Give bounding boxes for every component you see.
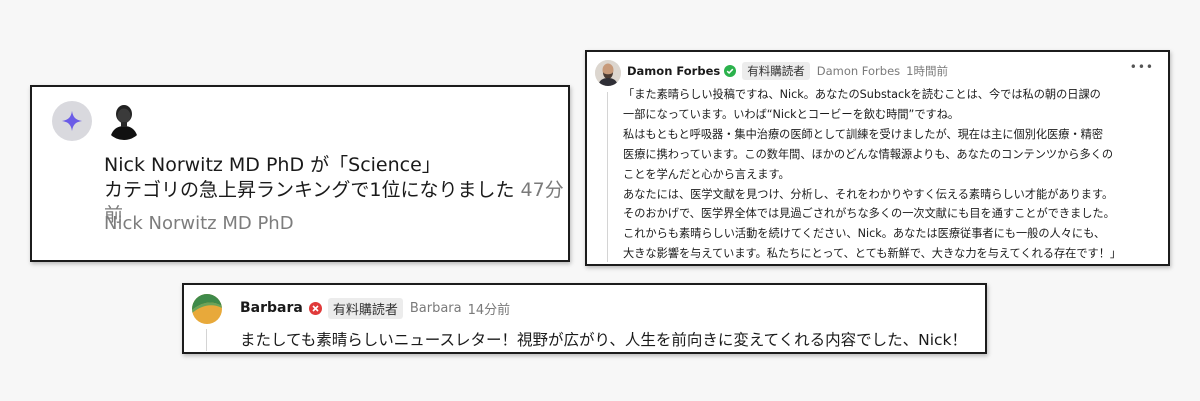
comment-line: 大きな影響を与えています。私たちにとって、とても新鮮で、大きな力を与えてくれる存… [623, 247, 1122, 261]
comment-header: Barbara 有料購読者 Barbara 14分前 [240, 297, 510, 319]
avatar[interactable] [104, 100, 144, 140]
flag-badge-icon [308, 301, 322, 315]
comment-author-handle[interactable]: Damon Forbes [817, 64, 900, 78]
avatar[interactable] [595, 60, 621, 86]
comment-line: 医療に携わっています。この数年間、ほかのどんな情報源よりも、あなたのコンテンツか… [623, 147, 1114, 161]
abstract-avatar-icon [192, 294, 222, 324]
comment-line: これからも素晴らしい活動を続けてください、Nick。あなたは医療従事者にも一般の… [623, 227, 1106, 241]
thread-line [607, 92, 608, 262]
comment-author-handle[interactable]: Barbara [410, 301, 462, 316]
person-avatar-icon [595, 60, 621, 86]
comment-line: ことを学んだと心から言えます。 [623, 167, 790, 181]
subscriber-badge: 有料購読者 [327, 297, 403, 319]
comment-line: あなたには、医学文献を見つけ、分析し、それをわかりやすく伝える素晴らしい才能があ… [623, 187, 1114, 201]
comment-author-name[interactable]: Barbara [240, 300, 303, 316]
comment-body: 「また素晴らしい投稿ですね、Nick。あなたのSubstackを読むことは、今で… [623, 85, 1168, 264]
comment-author-name[interactable]: Damon Forbes [627, 64, 720, 78]
comment-line: 私はもともと呼吸器・集中治療の医師として訓練を受けましたが、現在は主に個別化医療… [623, 127, 1104, 141]
avatar[interactable] [192, 294, 222, 324]
verified-check-icon [724, 65, 737, 77]
thread-line [206, 329, 207, 351]
comment-line: そのおかげで、医学界全体では見過ごされがちな多くの一次文献にも目を通すことができ… [623, 207, 1115, 221]
comment-line: 「また素晴らしい投稿ですね、Nick。あなたのSubstackを読むことは、今で… [623, 88, 1101, 101]
notification-line-2-text: カテゴリの急上昇ランキングで1位になりました [104, 179, 515, 201]
comment-line: 一部になっています。いわば“Nickとコービーを飲む時間”ですね。 [623, 107, 960, 121]
more-options-icon[interactable]: ••• [1130, 60, 1154, 74]
comment-time[interactable]: 1時間前 [906, 63, 948, 79]
person-avatar-icon [104, 100, 144, 140]
sparkle-badge [52, 101, 92, 141]
notification-author[interactable]: Nick Norwitz MD PhD [104, 213, 294, 234]
comment-header: Damon Forbes 有料購読者 Damon Forbes 1時間前 [627, 61, 948, 81]
comment-time[interactable]: 14分前 [468, 299, 511, 318]
comment-card-barbara: Barbara 有料購読者 Barbara 14分前 またしても素晴らしいニュー… [182, 283, 987, 354]
comment-body: またしても素晴らしいニュースレター！視野が広がり、人生を前向きに変えてくれる内容… [240, 331, 968, 349]
notification-card[interactable]: Nick Norwitz MD PhD が「Science」 カテゴリの急上昇ラ… [30, 85, 570, 262]
notification-line-1: Nick Norwitz MD PhD が「Science」 [104, 154, 441, 176]
sparkle-icon [61, 110, 83, 132]
comment-card-damon: Damon Forbes 有料購読者 Damon Forbes 1時間前 •••… [585, 50, 1170, 266]
subscriber-badge: 有料購読者 [742, 62, 810, 80]
